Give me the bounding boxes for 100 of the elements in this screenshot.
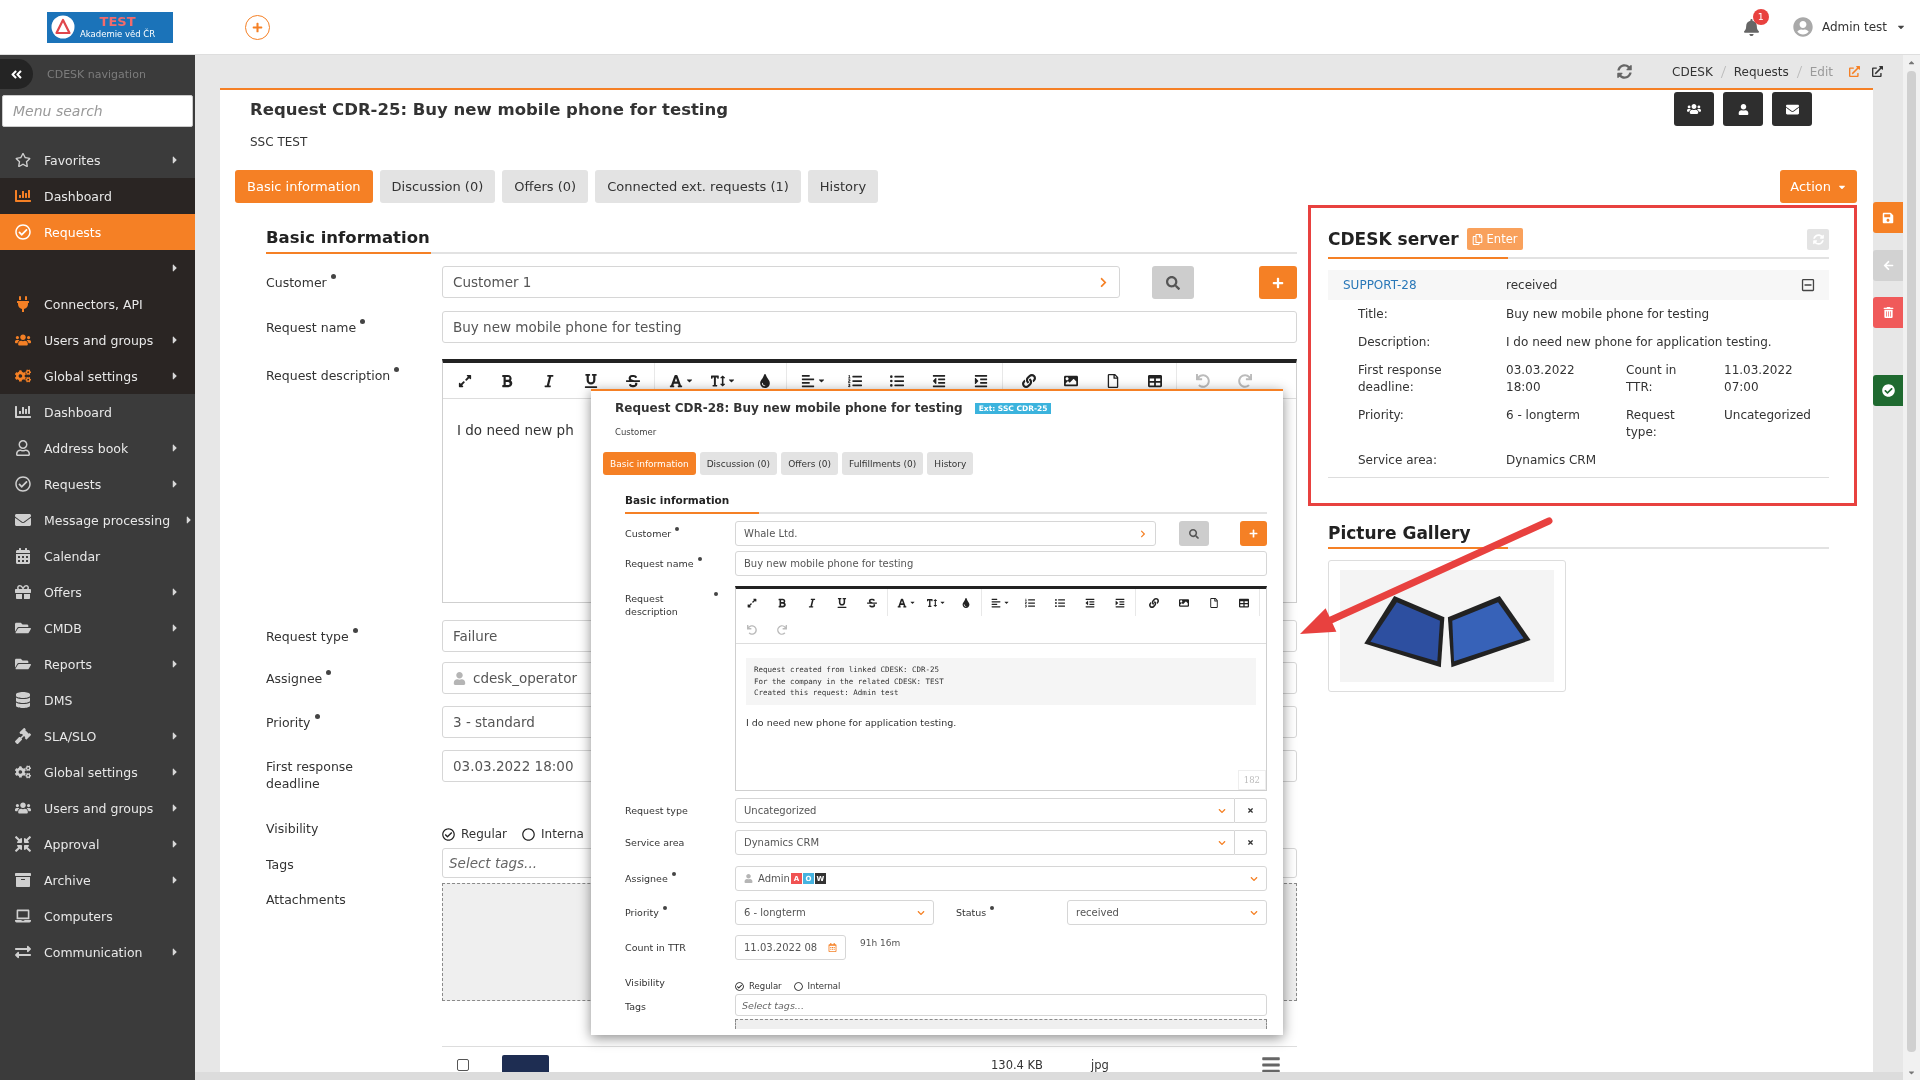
scrollbar-thumb[interactable] <box>1907 71 1916 1052</box>
add-button[interactable] <box>1259 266 1297 299</box>
italic-icon[interactable] <box>542 373 556 388</box>
outdent-icon[interactable] <box>1085 597 1095 608</box>
clear-button[interactable] <box>1235 798 1267 823</box>
table-icon[interactable] <box>1148 373 1162 388</box>
tab[interactable]: History <box>807 170 879 203</box>
outdent-icon[interactable] <box>932 373 946 388</box>
confirm-button[interactable] <box>1873 375 1903 406</box>
collapse-sidebar-button[interactable] <box>0 59 33 89</box>
menu-search-field[interactable]: Menu search <box>2 95 193 127</box>
sidebar-item[interactable]: DMS <box>0 682 195 718</box>
lookup-field[interactable]: Whale Ltd. <box>735 521 1156 546</box>
input-field[interactable]: Buy new mobile phone for testing <box>735 551 1267 576</box>
bold-icon[interactable] <box>500 373 514 388</box>
strikethrough-icon[interactable] <box>867 597 877 608</box>
radio-option[interactable]: Regular <box>442 827 508 841</box>
droplet-icon[interactable] <box>961 597 971 608</box>
table-icon[interactable] <box>1239 597 1249 608</box>
file-icon[interactable] <box>1106 373 1120 388</box>
person-button[interactable] <box>1723 92 1763 126</box>
search-button[interactable] <box>1179 521 1209 546</box>
bullet-list-icon[interactable] <box>1055 597 1065 608</box>
clear-button[interactable] <box>1235 830 1267 855</box>
mail-button[interactable] <box>1772 92 1812 126</box>
breadcrumb-link[interactable]: CDESK <box>1672 64 1713 79</box>
sidebar-item[interactable]: Address book <box>0 430 195 466</box>
strikethrough-icon[interactable] <box>626 373 640 388</box>
search-button[interactable] <box>1152 266 1194 299</box>
sidebar-item[interactable]: Reports <box>0 646 195 682</box>
sidebar-item[interactable]: Offers <box>0 574 195 610</box>
link-icon[interactable] <box>1149 597 1159 608</box>
bullet-list-icon[interactable] <box>890 373 904 388</box>
tab[interactable]: Discussion (0) <box>379 170 496 203</box>
select-field[interactable]: Uncategorized <box>735 798 1235 823</box>
lookup-field[interactable]: Customer 1 <box>442 266 1120 298</box>
bell-icon[interactable] <box>1742 18 1760 36</box>
tab[interactable]: Offers (0) <box>781 452 838 475</box>
add-button[interactable] <box>245 14 270 40</box>
bold-icon[interactable] <box>777 597 787 608</box>
delete-button[interactable] <box>1873 297 1903 328</box>
external-link-icon[interactable] <box>1872 66 1883 77</box>
sidebar-item[interactable]: Computers <box>0 898 195 934</box>
attachment-drop-area[interactable] <box>735 1019 1267 1029</box>
sidebar-item[interactable]: SLA/SLO <box>0 718 195 754</box>
caret-down-icon[interactable] <box>1907 1068 1916 1077</box>
numbered-list-icon[interactable] <box>848 373 862 388</box>
sidebar-item[interactable]: Connectors, API <box>0 286 195 322</box>
italic-icon[interactable] <box>807 597 817 608</box>
sidebar-item[interactable]: Communication <box>0 934 195 970</box>
expand-icon[interactable] <box>458 373 472 388</box>
sidebar-item[interactable]: Dashboard <box>0 394 195 430</box>
sidebar-item[interactable]: Approval <box>0 826 195 862</box>
indent-icon[interactable] <box>974 373 988 388</box>
checkbox[interactable] <box>457 1058 469 1071</box>
droplet-icon[interactable] <box>758 373 772 388</box>
refresh-icon[interactable] <box>1617 64 1633 79</box>
caret-up-icon[interactable] <box>1907 58 1916 67</box>
sidebar-item[interactable]: Users and groups <box>0 790 195 826</box>
underline-icon[interactable] <box>837 597 847 608</box>
sidebar-item[interactable]: Favorites <box>0 142 195 178</box>
vertical-scrollbar[interactable] <box>1903 55 1920 1080</box>
input-field[interactable]: Buy new mobile phone for testing <box>442 311 1297 343</box>
sidebar-item[interactable]: Archive <box>0 862 195 898</box>
tab[interactable]: History <box>927 452 974 475</box>
user-menu[interactable]: Admin test <box>1792 17 1906 37</box>
tab[interactable]: Fulfillments (0) <box>841 452 924 475</box>
tab[interactable]: Connected ext. requests (1) <box>595 170 801 203</box>
select-field[interactable]: Dynamics CRM <box>735 830 1235 855</box>
tab[interactable]: Offers (0) <box>502 170 589 203</box>
radio-option[interactable]: Interna <box>522 827 584 841</box>
underline-icon[interactable] <box>584 373 598 388</box>
radio-option[interactable]: Regular <box>735 981 782 991</box>
logo[interactable]: TEST Akademie věd ČR <box>47 11 173 43</box>
tab[interactable]: Discussion (0) <box>699 452 778 475</box>
group-button[interactable] <box>1674 92 1714 126</box>
sidebar-item[interactable]: Calendar <box>0 538 195 574</box>
indent-icon[interactable] <box>1115 597 1125 608</box>
select-field[interactable]: 6 - longterm <box>735 900 934 925</box>
expand-icon[interactable] <box>747 597 757 608</box>
sidebar-item[interactable]: Message processing <box>0 502 195 538</box>
sidebar-item[interactable]: Dashboard <box>0 178 195 214</box>
menu-icon[interactable] <box>1261 1054 1281 1072</box>
link-icon[interactable] <box>1022 373 1036 388</box>
date-field[interactable]: 11.03.2022 08 <box>735 935 846 960</box>
sidebar-item[interactable]: Requests <box>0 466 195 502</box>
sidebar-item[interactable]: Global settings <box>0 358 195 394</box>
sidebar-item[interactable]: CMDB <box>0 610 195 646</box>
sidebar-item[interactable]: Users and groups <box>0 322 195 358</box>
sidebar-item[interactable]: Global settings <box>0 754 195 790</box>
file-icon[interactable] <box>1209 597 1219 608</box>
numbered-list-icon[interactable] <box>1025 597 1035 608</box>
radio-option[interactable]: Internal <box>793 981 841 991</box>
image-icon[interactable] <box>1179 597 1189 608</box>
tags-field[interactable]: Select tags... <box>735 994 1267 1016</box>
request-link[interactable]: SUPPORT-28 <box>1343 278 1417 292</box>
horizontal-scrollbar[interactable] <box>195 1072 1903 1080</box>
breadcrumb-link[interactable]: Requests <box>1733 64 1789 79</box>
select-field[interactable]: received <box>1067 900 1267 925</box>
gallery-thumbnail[interactable] <box>1328 560 1566 692</box>
